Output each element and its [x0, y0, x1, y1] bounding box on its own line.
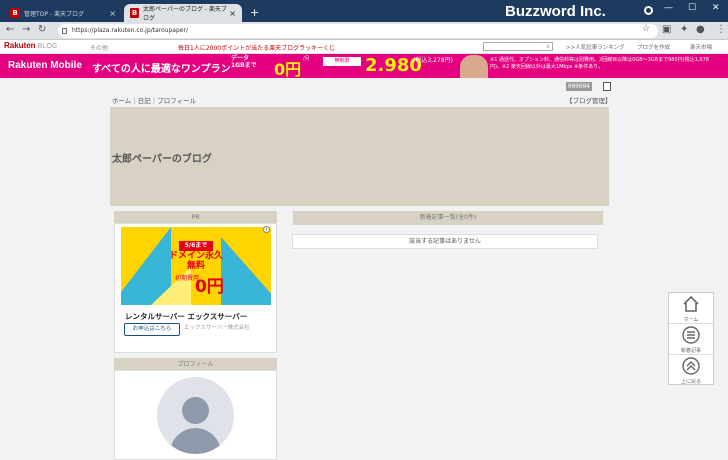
rakuten-blog-bar: Rakuten BLOG その他 毎日1人に2000ポイントが当たる楽天ブログラ…: [0, 40, 728, 54]
avatar[interactable]: [157, 377, 234, 454]
rakuten-favicon-icon: B: [130, 8, 139, 18]
ad-per-month: /月: [303, 56, 310, 62]
ad-price-note: (税込3,278円): [413, 57, 453, 64]
create-blog-link[interactable]: ブログを作成: [637, 43, 670, 51]
forward-arrow-icon[interactable]: →: [22, 24, 30, 35]
search-icon[interactable]: ⌕: [547, 43, 550, 51]
menu-icon[interactable]: ⋮: [716, 24, 726, 35]
tab-close-icon[interactable]: ×: [109, 9, 116, 18]
pr-date: 5/6まで: [179, 241, 213, 251]
address-bar[interactable]: https://plaza.rakuten.co.jp/taroupaper/: [58, 24, 658, 38]
ad-zero-price: 0円: [274, 60, 302, 78]
rakuten-mobile-ad[interactable]: Rakuten Mobile すべての人に最適なワンプラン データ 1GBまで 0…: [0, 54, 728, 78]
pr-ad-image[interactable]: 5/6まで ドメイン永久無料 初期費用 0円: [121, 227, 271, 305]
home-button[interactable]: ホーム: [669, 293, 713, 324]
rakuten-blog-logo[interactable]: Rakuten BLOG: [4, 41, 57, 50]
ad-brand: Rakuten Mobile: [8, 60, 82, 71]
profile-icon[interactable]: [644, 6, 653, 15]
up-icon: [682, 357, 700, 375]
ranking-link[interactable]: >>人気記事ランキング: [566, 43, 625, 51]
list-icon: [682, 326, 700, 344]
account-icon[interactable]: ●: [696, 24, 705, 35]
home-icon: [683, 295, 699, 312]
brand-watermark: Buzzword Inc.: [505, 3, 606, 20]
close-window-button[interactable]: ✕: [712, 3, 720, 13]
back-arrow-icon[interactable]: ←: [6, 24, 14, 35]
tab-close-icon[interactable]: ×: [229, 9, 236, 18]
reload-icon[interactable]: ↻: [38, 24, 46, 35]
tab-admin[interactable]: B 管理TOP - 楽天ブログ ×: [4, 4, 122, 22]
search-input[interactable]: ⌕: [483, 42, 553, 51]
no-entry-message: 該当する記事はありません: [292, 234, 598, 249]
tab-title: 管理TOP - 楽天ブログ: [24, 10, 84, 18]
lock-icon: [62, 28, 67, 34]
blog-title[interactable]: 太郎ペーパーのブログ: [112, 150, 212, 165]
back-to-top-label: 上に戻る: [680, 379, 701, 385]
latest-entries-heading: 新着記事一覧(全0件): [293, 211, 603, 225]
home-label: ホーム: [683, 317, 699, 323]
url-text: https://plaza.rakuten.co.jp/taroupaper/: [72, 27, 188, 34]
browser-tab-bar: B 管理TOP - 楽天ブログ × B 太郎ペーパーのブログ - 楽天ブログ ×…: [0, 0, 728, 22]
access-counter: 000004: [566, 82, 592, 91]
new-entries-label: 新着記事: [680, 348, 701, 354]
other-services-link[interactable]: その他: [90, 43, 108, 52]
pr-product-name[interactable]: レンタルサーバー エックスサーバー: [125, 311, 247, 322]
maximize-button[interactable]: ☐: [688, 3, 696, 13]
ad-model-image: [460, 55, 488, 78]
back-to-top-button[interactable]: 上に戻る: [669, 355, 713, 386]
extension-icon[interactable]: ▣: [662, 24, 671, 35]
tab-blog[interactable]: B 太郎ペーパーのブログ - 楽天ブログ ×: [124, 4, 242, 22]
ad-info-icon[interactable]: i: [263, 226, 270, 233]
breadcrumb[interactable]: ホーム｜日記｜プロフィール: [112, 95, 196, 105]
browser-toolbar: ← → ↻ https://plaza.rakuten.co.jp/taroup…: [0, 22, 728, 40]
rakuten-favicon-icon: B: [10, 8, 20, 18]
counter-icon: [603, 82, 611, 91]
ad-data-label: データ 1GBまで: [231, 55, 257, 69]
tab-title: 太郎ペーパーのブログ - 楽天ブログ: [143, 6, 227, 22]
new-entries-button[interactable]: 新着記事: [669, 324, 713, 355]
puzzle-icon[interactable]: ✦: [680, 24, 688, 35]
ad-unlimited: 無制限: [323, 57, 361, 66]
blog-admin-link[interactable]: 【ブログ管理】: [566, 95, 612, 105]
lucky-lottery-link[interactable]: 毎日1人に2000ポイントが当たる楽天ブログラッキーくじ: [178, 43, 335, 52]
pr-zero-yen: 0円: [195, 277, 224, 297]
pr-domain-free: ドメイン永久無料: [168, 251, 223, 271]
ad-headline: すべての人に最適なワンプラン: [92, 64, 231, 75]
rakuten-ichiba-link[interactable]: 楽天市場: [690, 43, 712, 51]
new-tab-button[interactable]: +: [250, 6, 259, 19]
floating-nav: ホーム 新着記事 上に戻る: [668, 292, 714, 385]
apply-button[interactable]: お申込はこちら: [124, 323, 180, 336]
pr-company: エックスサーバー株式会社: [184, 325, 250, 331]
ad-footnote: ※1 通話代、オプション料、通信料等は別費用。2回線目以降は0GB～3GBまで9…: [490, 57, 709, 70]
minimize-button[interactable]: —: [664, 3, 673, 13]
star-icon[interactable]: ☆: [642, 24, 650, 34]
